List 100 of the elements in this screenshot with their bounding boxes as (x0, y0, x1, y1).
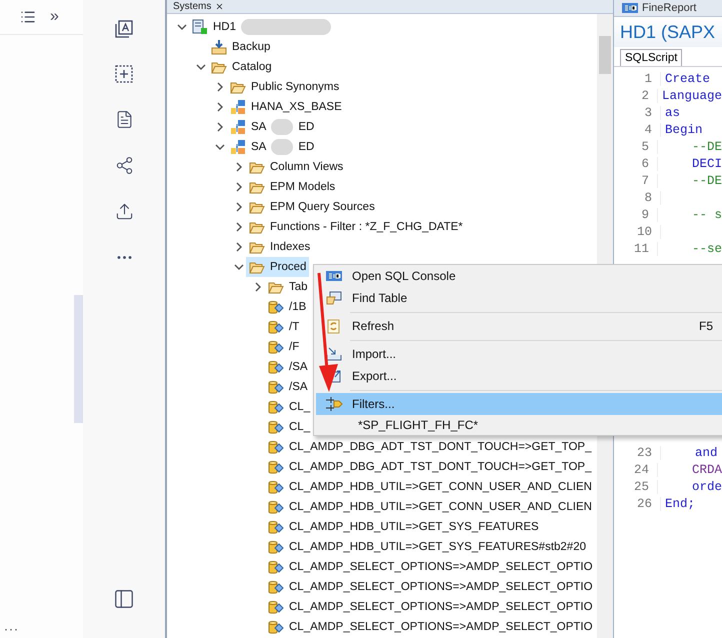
procedure-icon (268, 299, 284, 315)
menu-item[interactable]: Open SQL Console (316, 265, 722, 287)
procedure-icon (268, 459, 284, 475)
tree-item-label: Public Synonyms (251, 81, 340, 93)
expand-icon[interactable] (234, 222, 244, 232)
procedure-icon (268, 579, 284, 595)
folder-icon (249, 200, 265, 214)
table-icon (326, 291, 342, 305)
tree-item[interactable]: CL_AMDP_HDB_UTIL=>GET_SYS_FEATURES (265, 517, 542, 537)
folder-icon (268, 280, 284, 294)
menu-item[interactable]: Filters... (316, 393, 722, 415)
tree-item[interactable]: CL_AMDP_HDB_UTIL=>GET_CONN_USER_AND_CLIEN (265, 477, 595, 497)
tree-item-label: CL_ (289, 401, 310, 413)
export-icon[interactable] (114, 202, 134, 221)
tree-item-label: Backup (232, 41, 270, 53)
list-icon[interactable] (20, 9, 36, 25)
line-number: 8 (614, 190, 661, 204)
tree-item-label: CL_AMDP_SELECT_OPTIONS=>AMDP_SELECT_OPTIO (289, 561, 593, 573)
line-number: 10 (614, 224, 661, 238)
expand-icon[interactable] (234, 162, 244, 172)
panel-icon[interactable] (113, 588, 135, 610)
expand-icon[interactable] (234, 202, 244, 212)
tree-item[interactable]: CL_ (265, 417, 314, 437)
more-button[interactable]: » (50, 8, 59, 26)
tree-item[interactable]: CL_AMDP_SELECT_OPTIONS=>AMDP_SELECT_OPTIO (265, 577, 596, 597)
line-number: 11 (614, 242, 658, 256)
share-icon[interactable] (114, 156, 134, 175)
tree-item[interactable]: HD1 (189, 17, 334, 37)
expand-icon[interactable] (215, 122, 225, 132)
tree-item[interactable]: CL_AMDP_SELECT_OPTIONS=>AMDP_SELECT_OPTIO (265, 617, 596, 637)
expand-icon[interactable] (234, 182, 244, 192)
procedure-icon (268, 399, 284, 415)
text-frame-icon[interactable] (115, 20, 133, 38)
folder-icon (230, 80, 246, 94)
expand-icon[interactable] (253, 282, 263, 292)
scrollbar-thumb[interactable] (74, 295, 83, 423)
folder-icon (249, 260, 265, 274)
document-icon[interactable] (114, 110, 134, 129)
code-line: --DE (690, 140, 722, 154)
sqlscript-tab[interactable]: SQLScript (620, 49, 682, 66)
expand-icon[interactable] (234, 242, 244, 252)
collapse-icon[interactable] (215, 142, 225, 152)
systems-tab[interactable]: Systems (173, 0, 224, 12)
code-line: orde (690, 480, 722, 494)
scrollbar-thumb[interactable] (599, 36, 611, 74)
menu-item[interactable]: Refresh F5 (316, 315, 722, 337)
tree-item[interactable]: /SA (265, 357, 311, 377)
tree-item[interactable]: EPM Query Sources (246, 197, 378, 217)
collapse-icon[interactable] (196, 62, 206, 72)
tree-item[interactable]: Tab (265, 277, 311, 297)
collapse-icon[interactable] (177, 22, 187, 32)
tree-item[interactable]: CL_ (265, 397, 314, 417)
tree-item[interactable]: SA ED (227, 117, 318, 137)
tree-item[interactable]: /SA (265, 377, 311, 397)
tree-item-label: SA (251, 141, 266, 153)
procedure-icon (268, 339, 284, 355)
tree-item[interactable]: /1B (265, 297, 310, 317)
tree-item[interactable]: HANA_XS_BASE (227, 97, 345, 117)
tree-item[interactable]: CL_AMDP_SELECT_OPTIONS=>AMDP_SELECT_OPTIO (265, 557, 596, 577)
tree-item[interactable]: CL_AMDP_HDB_UTIL=>GET_SYS_FEATURES#stb2#20 (265, 537, 589, 557)
expand-icon[interactable] (215, 82, 225, 92)
tree-item[interactable]: CL_AMDP_DBG_ADT_TST_DONT_TOUCH=>GET_TOP_ (265, 437, 594, 457)
procedure-icon (268, 439, 284, 455)
close-icon[interactable] (215, 2, 224, 11)
tree-item[interactable]: CL_AMDP_DBG_ADT_TST_DONT_TOUCH=>GET_TOP_ (265, 457, 594, 477)
tree-item[interactable]: /F (265, 337, 302, 357)
add-frame-icon[interactable] (115, 65, 133, 83)
procedure-icon (268, 599, 284, 615)
expand-icon[interactable] (215, 102, 225, 112)
tree-item[interactable]: Indexes (246, 237, 314, 257)
tree-item[interactable]: Functions - Filter : *Z_F_CHG_DATE* (246, 217, 466, 237)
tree-item[interactable]: CL_AMDP_SELECT_OPTIONS=>AMDP_SELECT_OPTIO (265, 597, 596, 617)
tree-item[interactable]: SA ED (227, 137, 318, 157)
tree-item[interactable]: Column Views (246, 157, 346, 177)
tree-item-label: CL_AMDP_HDB_UTIL=>GET_SYS_FEATURES#stb2#20 (289, 541, 586, 553)
tree-item[interactable]: /T (265, 317, 302, 337)
tree-item-label: CL_AMDP_DBG_ADT_TST_DONT_TOUCH=>GET_TOP_ (289, 461, 592, 473)
tree-item-label: Proced (270, 261, 306, 273)
tree-item[interactable]: EPM Models (246, 177, 338, 197)
menu-item[interactable]: Find Table (316, 287, 722, 309)
tree-item[interactable]: Catalog (208, 57, 275, 77)
menu-item[interactable]: Import... (316, 343, 722, 365)
tree-item-label: Indexes (270, 241, 310, 253)
line-number: 3 (614, 106, 661, 120)
folder-icon (249, 160, 265, 174)
tree-item[interactable]: Backup (208, 37, 274, 57)
collapse-icon[interactable] (234, 262, 244, 272)
more-menu[interactable]: ··· (4, 622, 19, 636)
code-line: -- s (690, 208, 722, 222)
tree-item[interactable]: CL_AMDP_HDB_UTIL=>GET_CONN_USER_AND_CLIEN (265, 497, 595, 517)
line-number: 2 (614, 88, 658, 102)
procedure-icon (268, 539, 284, 555)
tree-item-label: Column Views (270, 161, 344, 173)
tree-item-label: Catalog (232, 61, 272, 73)
procedure-icon (268, 519, 284, 535)
tree-item-label: CL_AMDP_DBG_ADT_TST_DONT_TOUCH=>GET_TOP_ (289, 441, 592, 453)
tree-item[interactable]: Public Synonyms (227, 77, 342, 97)
tree-item-label: SA (251, 121, 266, 133)
tree-item[interactable]: Proced (246, 257, 310, 277)
tree-item-label: Tab (289, 281, 308, 293)
